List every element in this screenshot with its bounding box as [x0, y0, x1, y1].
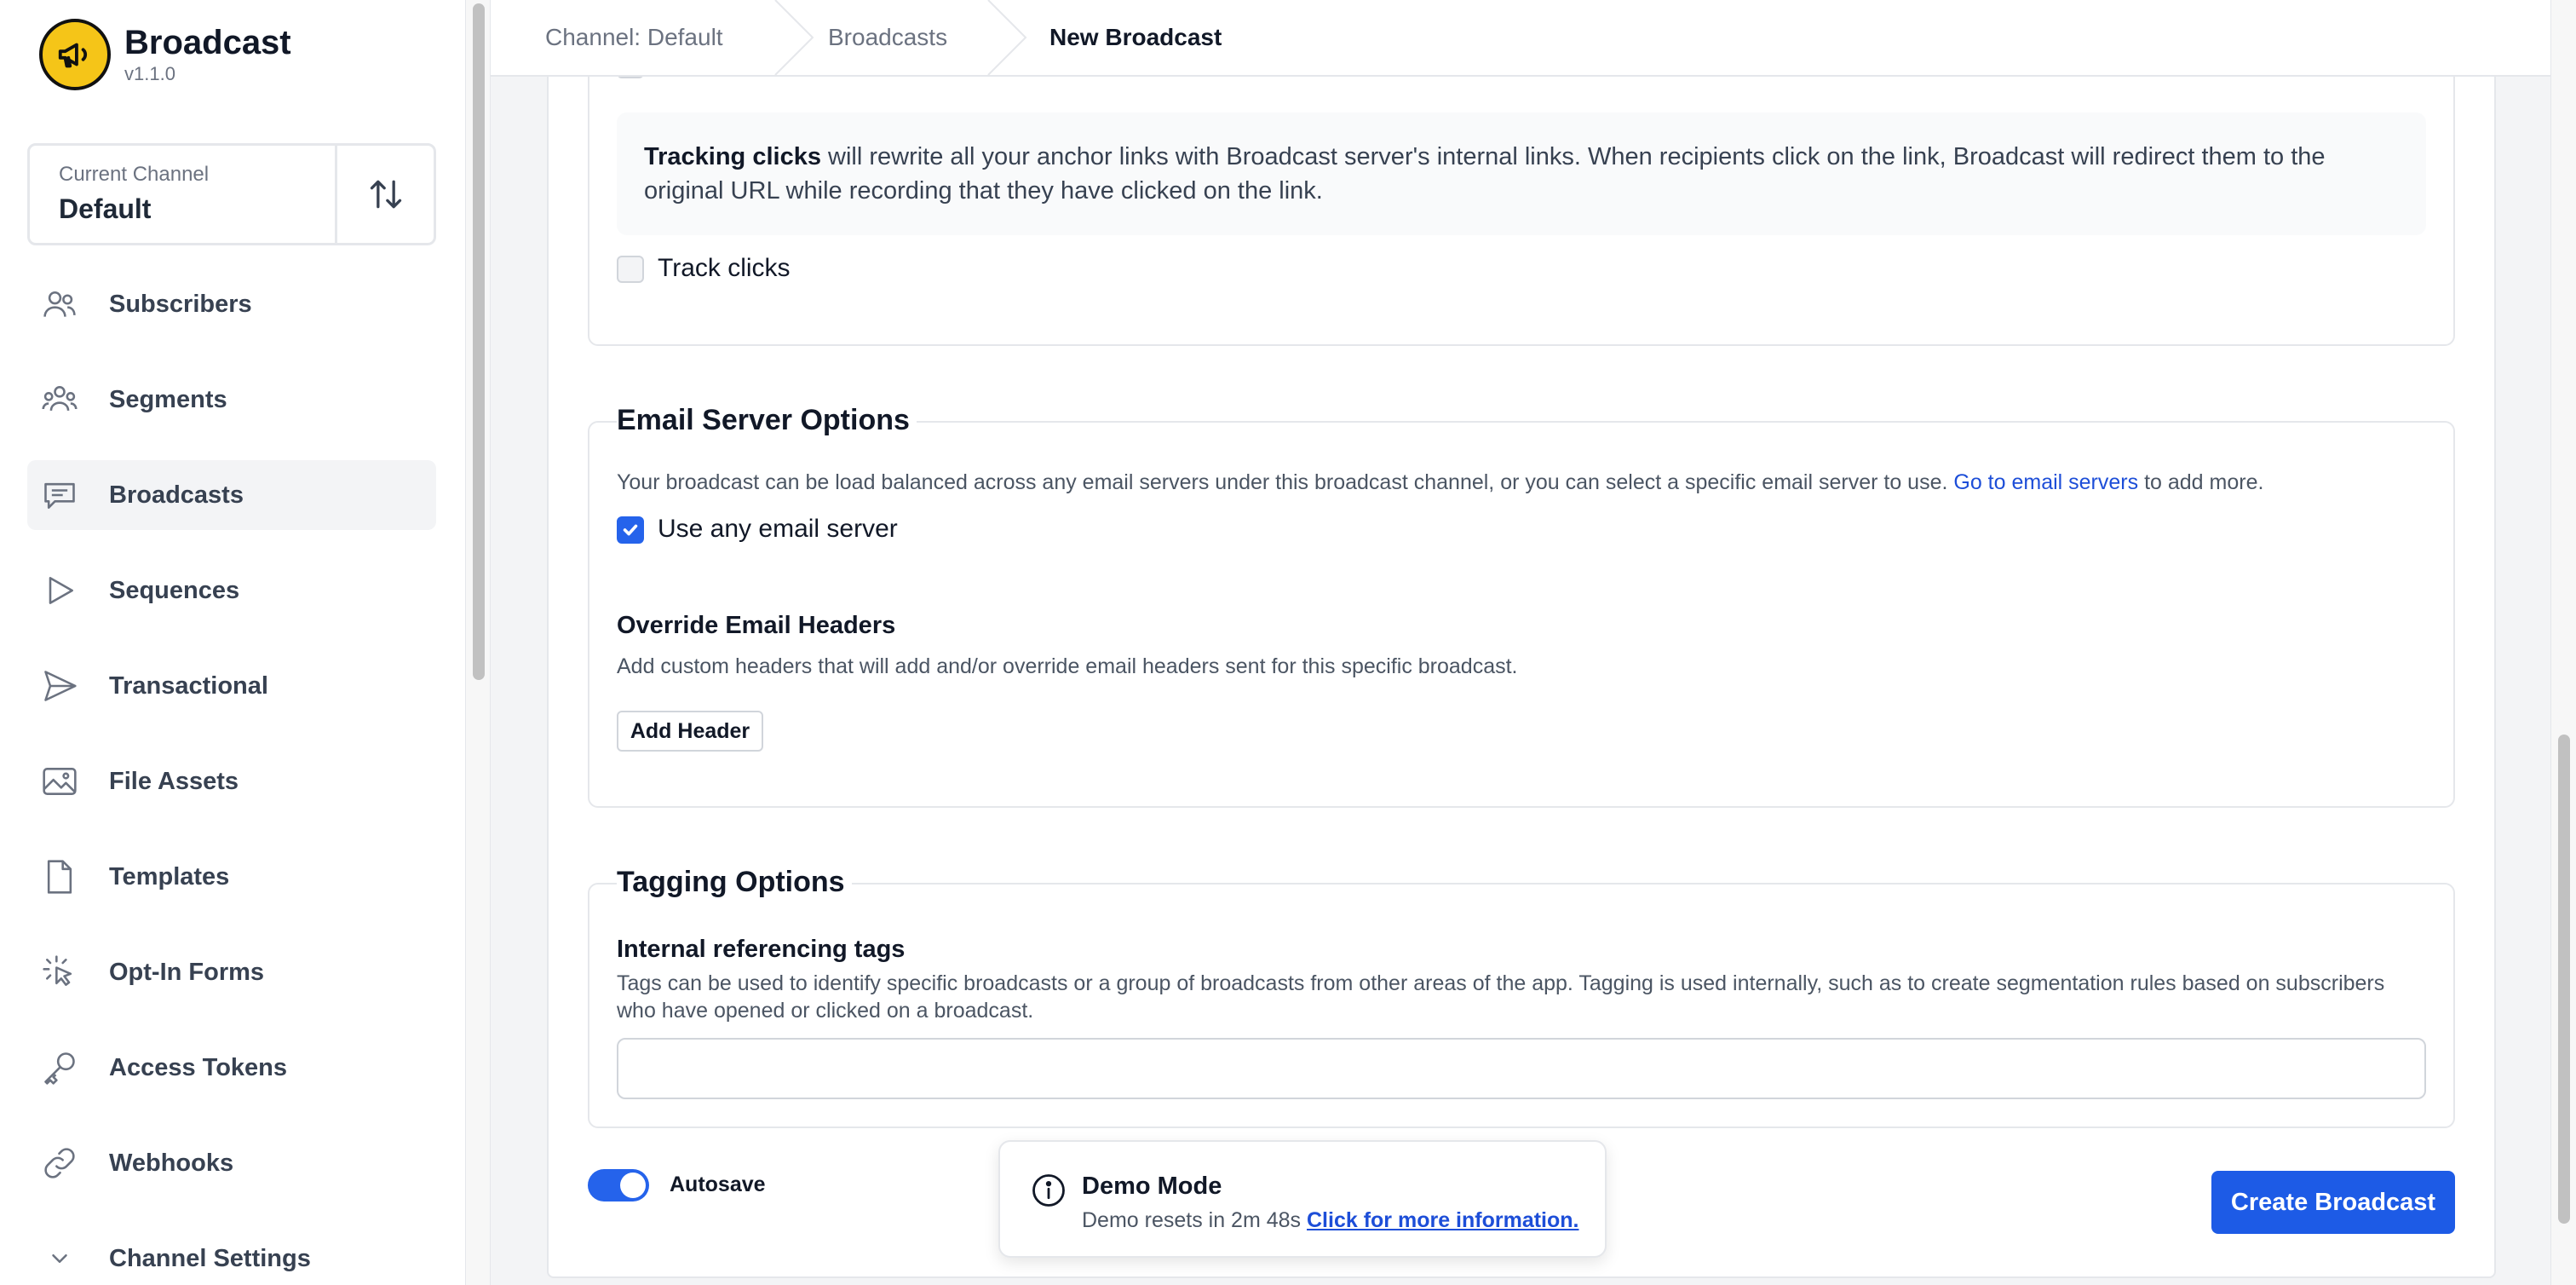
- brand[interactable]: Broadcast v1.1.0: [39, 19, 291, 90]
- sidebar-item-label: Broadcasts: [109, 481, 244, 509]
- toast-body: Demo resets in 2m 48s Click for more inf…: [1082, 1208, 1578, 1233]
- override-headers-title: Override Email Headers: [617, 612, 896, 639]
- sidebar-item-label: Webhooks: [109, 1149, 234, 1177]
- sidebar-item-file-assets[interactable]: File Assets: [27, 746, 436, 816]
- email-server-help: Your broadcast can be load balanced acro…: [617, 469, 2263, 496]
- sidebar-item-sequences[interactable]: Sequences: [27, 556, 436, 625]
- channel-value: Default: [59, 193, 152, 224]
- play-icon: [41, 572, 78, 609]
- tagging-legend: Tagging Options: [617, 866, 852, 899]
- sidebar-item-label: File Assets: [109, 767, 239, 795]
- chevron-down-icon: [41, 1240, 78, 1277]
- tags-input[interactable]: [617, 1038, 2426, 1099]
- sidebar: Broadcast v1.1.0 Current Channel Default…: [0, 0, 465, 1285]
- info-icon: [1032, 1174, 1065, 1207]
- sidebar-item-webhooks[interactable]: Webhooks: [27, 1128, 436, 1198]
- sidebar-item-label: Templates: [109, 862, 230, 890]
- sidebar-scrollbar[interactable]: [465, 0, 491, 1285]
- use-any-email-server-label: Use any email server: [658, 515, 898, 543]
- demo-mode-toast: Demo Mode Demo resets in 2m 48s Click fo…: [998, 1140, 1607, 1258]
- sidebar-item-label: Sequences: [109, 576, 240, 604]
- key-icon: [41, 1049, 78, 1086]
- app-version: v1.1.0: [124, 63, 175, 84]
- create-broadcast-button[interactable]: Create Broadcast: [2211, 1171, 2455, 1234]
- switch-channel-button[interactable]: [335, 146, 434, 243]
- breadcrumb: Channel: Default Broadcasts New Broadcas…: [491, 0, 2550, 77]
- link-icon: [41, 1144, 78, 1182]
- arrows-up-down-icon: [370, 180, 401, 209]
- track-clicks-label: Track clicks: [658, 254, 791, 282]
- override-headers-help: Add custom headers that will add and/or …: [617, 654, 1518, 678]
- toggle-knob: [620, 1173, 646, 1198]
- sidebar-item-label: Transactional: [109, 671, 268, 700]
- go-to-email-servers-link[interactable]: Go to email servers: [1953, 470, 2138, 494]
- image-icon: [41, 763, 78, 800]
- breadcrumb-separator-icon: [987, 0, 1027, 75]
- tags-help: Tags can be used to identify specific br…: [617, 971, 2385, 1023]
- paper-plane-icon: [41, 667, 78, 705]
- email-server-help-text: Your broadcast can be load balanced acro…: [617, 470, 1954, 494]
- chat-icon: [41, 476, 78, 514]
- tip-text: will rewrite all your anchor links with …: [644, 143, 2326, 205]
- megaphone-logo-icon: [39, 19, 111, 90]
- sidebar-item-segments[interactable]: Segments: [27, 365, 436, 435]
- sidebar-item-channel-settings[interactable]: Channel Settings: [27, 1224, 436, 1285]
- toast-title: Demo Mode: [1082, 1173, 1222, 1200]
- sidebar-item-broadcasts[interactable]: Broadcasts: [27, 460, 436, 530]
- document-icon: [41, 858, 78, 896]
- email-server-help-tail: to add more.: [2138, 470, 2264, 494]
- add-header-button[interactable]: Add Header: [617, 711, 763, 752]
- sidebar-item-subscribers[interactable]: Subscribers: [27, 269, 436, 339]
- sidebar-item-access-tokens[interactable]: Access Tokens: [27, 1033, 436, 1103]
- toast-body-text: Demo resets in 2m 48s: [1082, 1208, 1307, 1232]
- autosave-toggle[interactable]: [588, 1169, 649, 1201]
- sidebar-scrollbar-thumb[interactable]: [473, 3, 485, 680]
- channel-selector[interactable]: Current Channel Default: [27, 143, 436, 245]
- tip-bold-text: Tracking clicks: [644, 143, 821, 170]
- sidebar-nav: Subscribers Segments Broadcasts Sequence…: [27, 269, 436, 1285]
- sidebar-item-opt-in-forms[interactable]: Opt-In Forms: [27, 937, 436, 1007]
- channel-label: Current Channel: [59, 163, 210, 186]
- sidebar-item-label: Subscribers: [109, 290, 252, 318]
- breadcrumb-separator-icon: [774, 0, 814, 75]
- check-icon: [623, 524, 638, 536]
- breadcrumb-new-broadcast: New Broadcast: [1049, 24, 1222, 50]
- cursor-click-icon: [41, 954, 78, 991]
- track-clicks-checkbox[interactable]: [617, 256, 644, 283]
- main-scrollbar-thumb[interactable]: [2558, 735, 2570, 1224]
- tags-title: Internal referencing tags: [617, 936, 906, 963]
- main-scrollbar[interactable]: [2550, 0, 2576, 1285]
- breadcrumb-broadcasts[interactable]: Broadcasts: [828, 0, 947, 75]
- user-group-icon: [41, 381, 78, 418]
- sidebar-item-label: Opt-In Forms: [109, 958, 265, 986]
- sidebar-item-label: Segments: [109, 385, 227, 413]
- app-name: Broadcast: [124, 24, 291, 61]
- sidebar-item-templates[interactable]: Templates: [27, 842, 436, 912]
- more-information-link[interactable]: Click for more information.: [1307, 1208, 1578, 1232]
- email-server-legend: Email Server Options: [617, 404, 917, 437]
- breadcrumb-channel[interactable]: Channel: Default: [545, 0, 723, 75]
- use-any-email-server-checkbox[interactable]: [617, 516, 644, 544]
- users-icon: [41, 285, 78, 323]
- sidebar-item-label: Access Tokens: [109, 1053, 288, 1081]
- main-content: Tracking clicks will rewrite all your an…: [491, 0, 2550, 1285]
- autosave-label: Autosave: [670, 1173, 766, 1196]
- sidebar-item-label: Channel Settings: [109, 1244, 311, 1272]
- tracking-clicks-tip: Tracking clicks will rewrite all your an…: [617, 112, 2426, 235]
- sidebar-item-transactional[interactable]: Transactional: [27, 651, 436, 721]
